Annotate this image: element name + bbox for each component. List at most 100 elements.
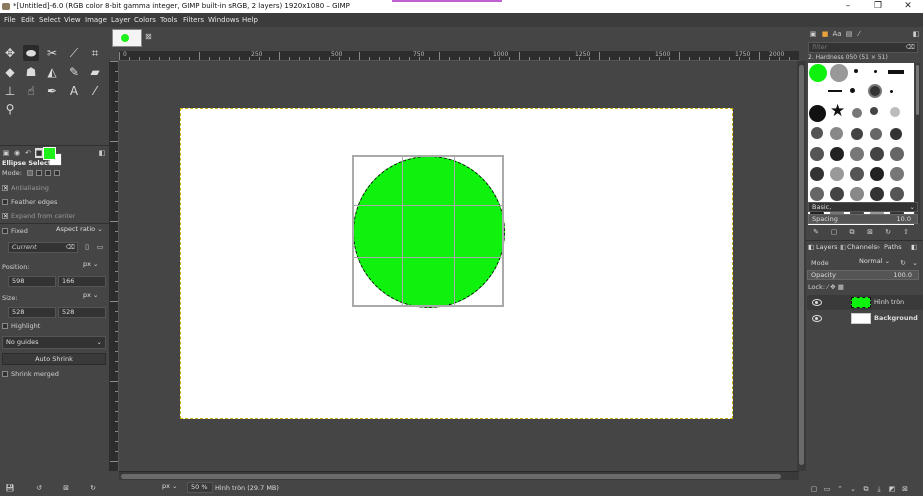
refresh-brushes-icon[interactable]: ↻ <box>883 227 893 237</box>
delete-brush-icon[interactable]: ⊠ <box>865 227 875 237</box>
shrink-merged-checkbox[interactable] <box>2 371 8 377</box>
foreground-color-swatch[interactable] <box>43 147 56 160</box>
highlight-option[interactable]: Highlight <box>2 322 40 330</box>
tool-options-tab-icon[interactable]: ▣ <box>1 148 11 158</box>
position-y-input[interactable]: 166 <box>58 276 106 287</box>
brush-item[interactable] <box>830 127 843 140</box>
delete-options-icon[interactable]: ⊠ <box>61 483 71 493</box>
restore-options-icon[interactable]: ↺ <box>34 483 44 493</box>
clear-field-icon[interactable]: ⌫ <box>66 243 75 252</box>
size-width-input[interactable]: 528 <box>8 307 56 318</box>
brush-item[interactable] <box>851 128 863 140</box>
visibility-eye-icon[interactable] <box>812 315 822 322</box>
smudge-tool-icon[interactable]: ☝ <box>23 83 39 99</box>
menu-image[interactable]: Image <box>85 13 107 27</box>
brush-item[interactable] <box>850 167 864 181</box>
fonts-tab-icon[interactable]: Aa <box>832 29 842 39</box>
close-button[interactable]: ✕ <box>893 0 923 13</box>
fixed-mode-dropdown[interactable]: Aspect ratio ⌄ <box>53 225 106 236</box>
visibility-eye-icon[interactable] <box>812 299 822 306</box>
paintbrush-tool-icon[interactable]: ✎ <box>66 64 82 80</box>
highlight-checkbox[interactable] <box>2 323 8 329</box>
brush-item[interactable] <box>854 69 858 73</box>
raise-layer-icon[interactable]: ⌃ <box>835 484 845 494</box>
paths-tool-icon[interactable]: ✒ <box>44 83 60 99</box>
duplicate-layer-icon[interactable]: ⧉ <box>861 484 871 494</box>
vertical-scrollbar[interactable] <box>797 61 806 471</box>
menu-windows[interactable]: Windows <box>208 13 239 27</box>
brush-item[interactable] <box>870 128 882 140</box>
brush-item[interactable] <box>888 70 904 74</box>
brush-item[interactable] <box>850 147 864 161</box>
dock-menu-icon[interactable]: ◧ <box>911 29 921 39</box>
brush-item[interactable] <box>868 84 882 98</box>
brush-item[interactable] <box>828 90 842 92</box>
position-unit-dropdown[interactable]: px ⌄ <box>80 260 104 271</box>
brush-item[interactable]: ★ <box>830 103 845 120</box>
dock-menu-icon[interactable]: ◧ <box>97 148 107 158</box>
zoom-dropdown[interactable]: 50 % <box>187 482 213 493</box>
shrink-merged-option[interactable]: Shrink merged <box>2 370 59 378</box>
save-options-icon[interactable]: 💾︎ <box>5 483 15 493</box>
brush-item[interactable] <box>890 167 904 181</box>
edit-brush-icon[interactable]: ✎ <box>811 227 821 237</box>
mode-switch-icon[interactable]: ↻ <box>898 258 908 268</box>
brush-item[interactable] <box>830 64 848 82</box>
tab-paths[interactable]: Paths <box>884 242 902 253</box>
duplicate-brush-icon[interactable]: ⧉ <box>847 227 857 237</box>
minimize-button[interactable]: – <box>833 0 863 13</box>
brush-item[interactable] <box>850 187 864 201</box>
maximize-button[interactable]: ❐ <box>863 0 893 13</box>
brush-item[interactable] <box>890 128 902 140</box>
menu-tools[interactable]: Tools <box>160 13 177 27</box>
fixed-option[interactable]: Fixed <box>2 227 28 235</box>
scroll-thumb[interactable] <box>121 474 781 479</box>
menu-file[interactable]: File <box>4 13 16 27</box>
warp-tool-icon[interactable]: ☗ <box>23 64 39 80</box>
close-tab-icon[interactable]: ⊠ <box>145 33 153 41</box>
portrait-icon[interactable]: ▯ <box>82 242 92 252</box>
brush-item[interactable] <box>870 187 884 201</box>
move-tool-icon[interactable]: ✥ <box>2 45 18 61</box>
brush-item[interactable] <box>830 187 844 201</box>
text-tool-icon[interactable]: A <box>66 83 82 99</box>
dock-menu-icon[interactable]: ◧ <box>911 242 917 253</box>
mask-layer-icon[interactable]: ◩ <box>887 484 897 494</box>
ellipse-select-tool-icon[interactable]: ⬬ <box>23 45 39 61</box>
feather-edges-checkbox[interactable] <box>2 199 8 205</box>
fixed-checkbox[interactable] <box>2 228 8 234</box>
menu-layer[interactable]: Layer <box>111 13 131 27</box>
paint-dynamics-tab-icon[interactable]: ⁄ <box>854 29 864 39</box>
color-picker-tool-icon[interactable]: ⁄ <box>87 83 103 99</box>
brush-item[interactable] <box>810 167 824 181</box>
mode-replace-icon[interactable] <box>26 170 33 176</box>
brushes-tab-icon[interactable]: ▣ <box>808 29 818 39</box>
brush-item[interactable] <box>870 167 884 181</box>
brush-item[interactable] <box>890 187 904 201</box>
brush-item[interactable] <box>810 187 824 201</box>
tab-layers[interactable]: Layers <box>816 242 838 253</box>
landscape-icon[interactable]: ▭ <box>95 242 105 252</box>
brush-item[interactable] <box>890 147 904 161</box>
scroll-thumb[interactable] <box>799 65 804 465</box>
undo-history-tab-icon[interactable]: ↶ <box>23 148 33 158</box>
menu-filters[interactable]: Filters <box>183 13 204 27</box>
unit-dropdown[interactable]: px ⌄ <box>159 482 185 493</box>
eraser-tool-icon[interactable]: ▰ <box>87 64 103 80</box>
merge-layer-icon[interactable]: ⤓ <box>874 484 884 494</box>
zoom-tool-icon[interactable]: ⚲ <box>2 101 18 117</box>
brush-item[interactable] <box>809 64 827 82</box>
open-brush-icon[interactable]: ⇧ <box>901 227 911 237</box>
lower-layer-icon[interactable]: ⌄ <box>848 484 858 494</box>
menu-select[interactable]: Select <box>39 13 61 27</box>
brush-grid[interactable]: ★ <box>808 63 914 225</box>
mode-subtract-icon[interactable] <box>44 170 51 176</box>
size-height-input[interactable]: 528 <box>58 307 106 318</box>
new-brush-icon[interactable]: ▢ <box>829 227 839 237</box>
horizontal-scrollbar[interactable] <box>119 471 799 480</box>
brush-item[interactable] <box>850 88 855 93</box>
lock-alpha-icon[interactable]: ▦ <box>838 283 844 291</box>
layer-name[interactable]: Hình tròn <box>874 298 904 306</box>
menu-view[interactable]: View <box>64 13 81 27</box>
device-status-tab-icon[interactable]: ◉ <box>12 148 22 158</box>
